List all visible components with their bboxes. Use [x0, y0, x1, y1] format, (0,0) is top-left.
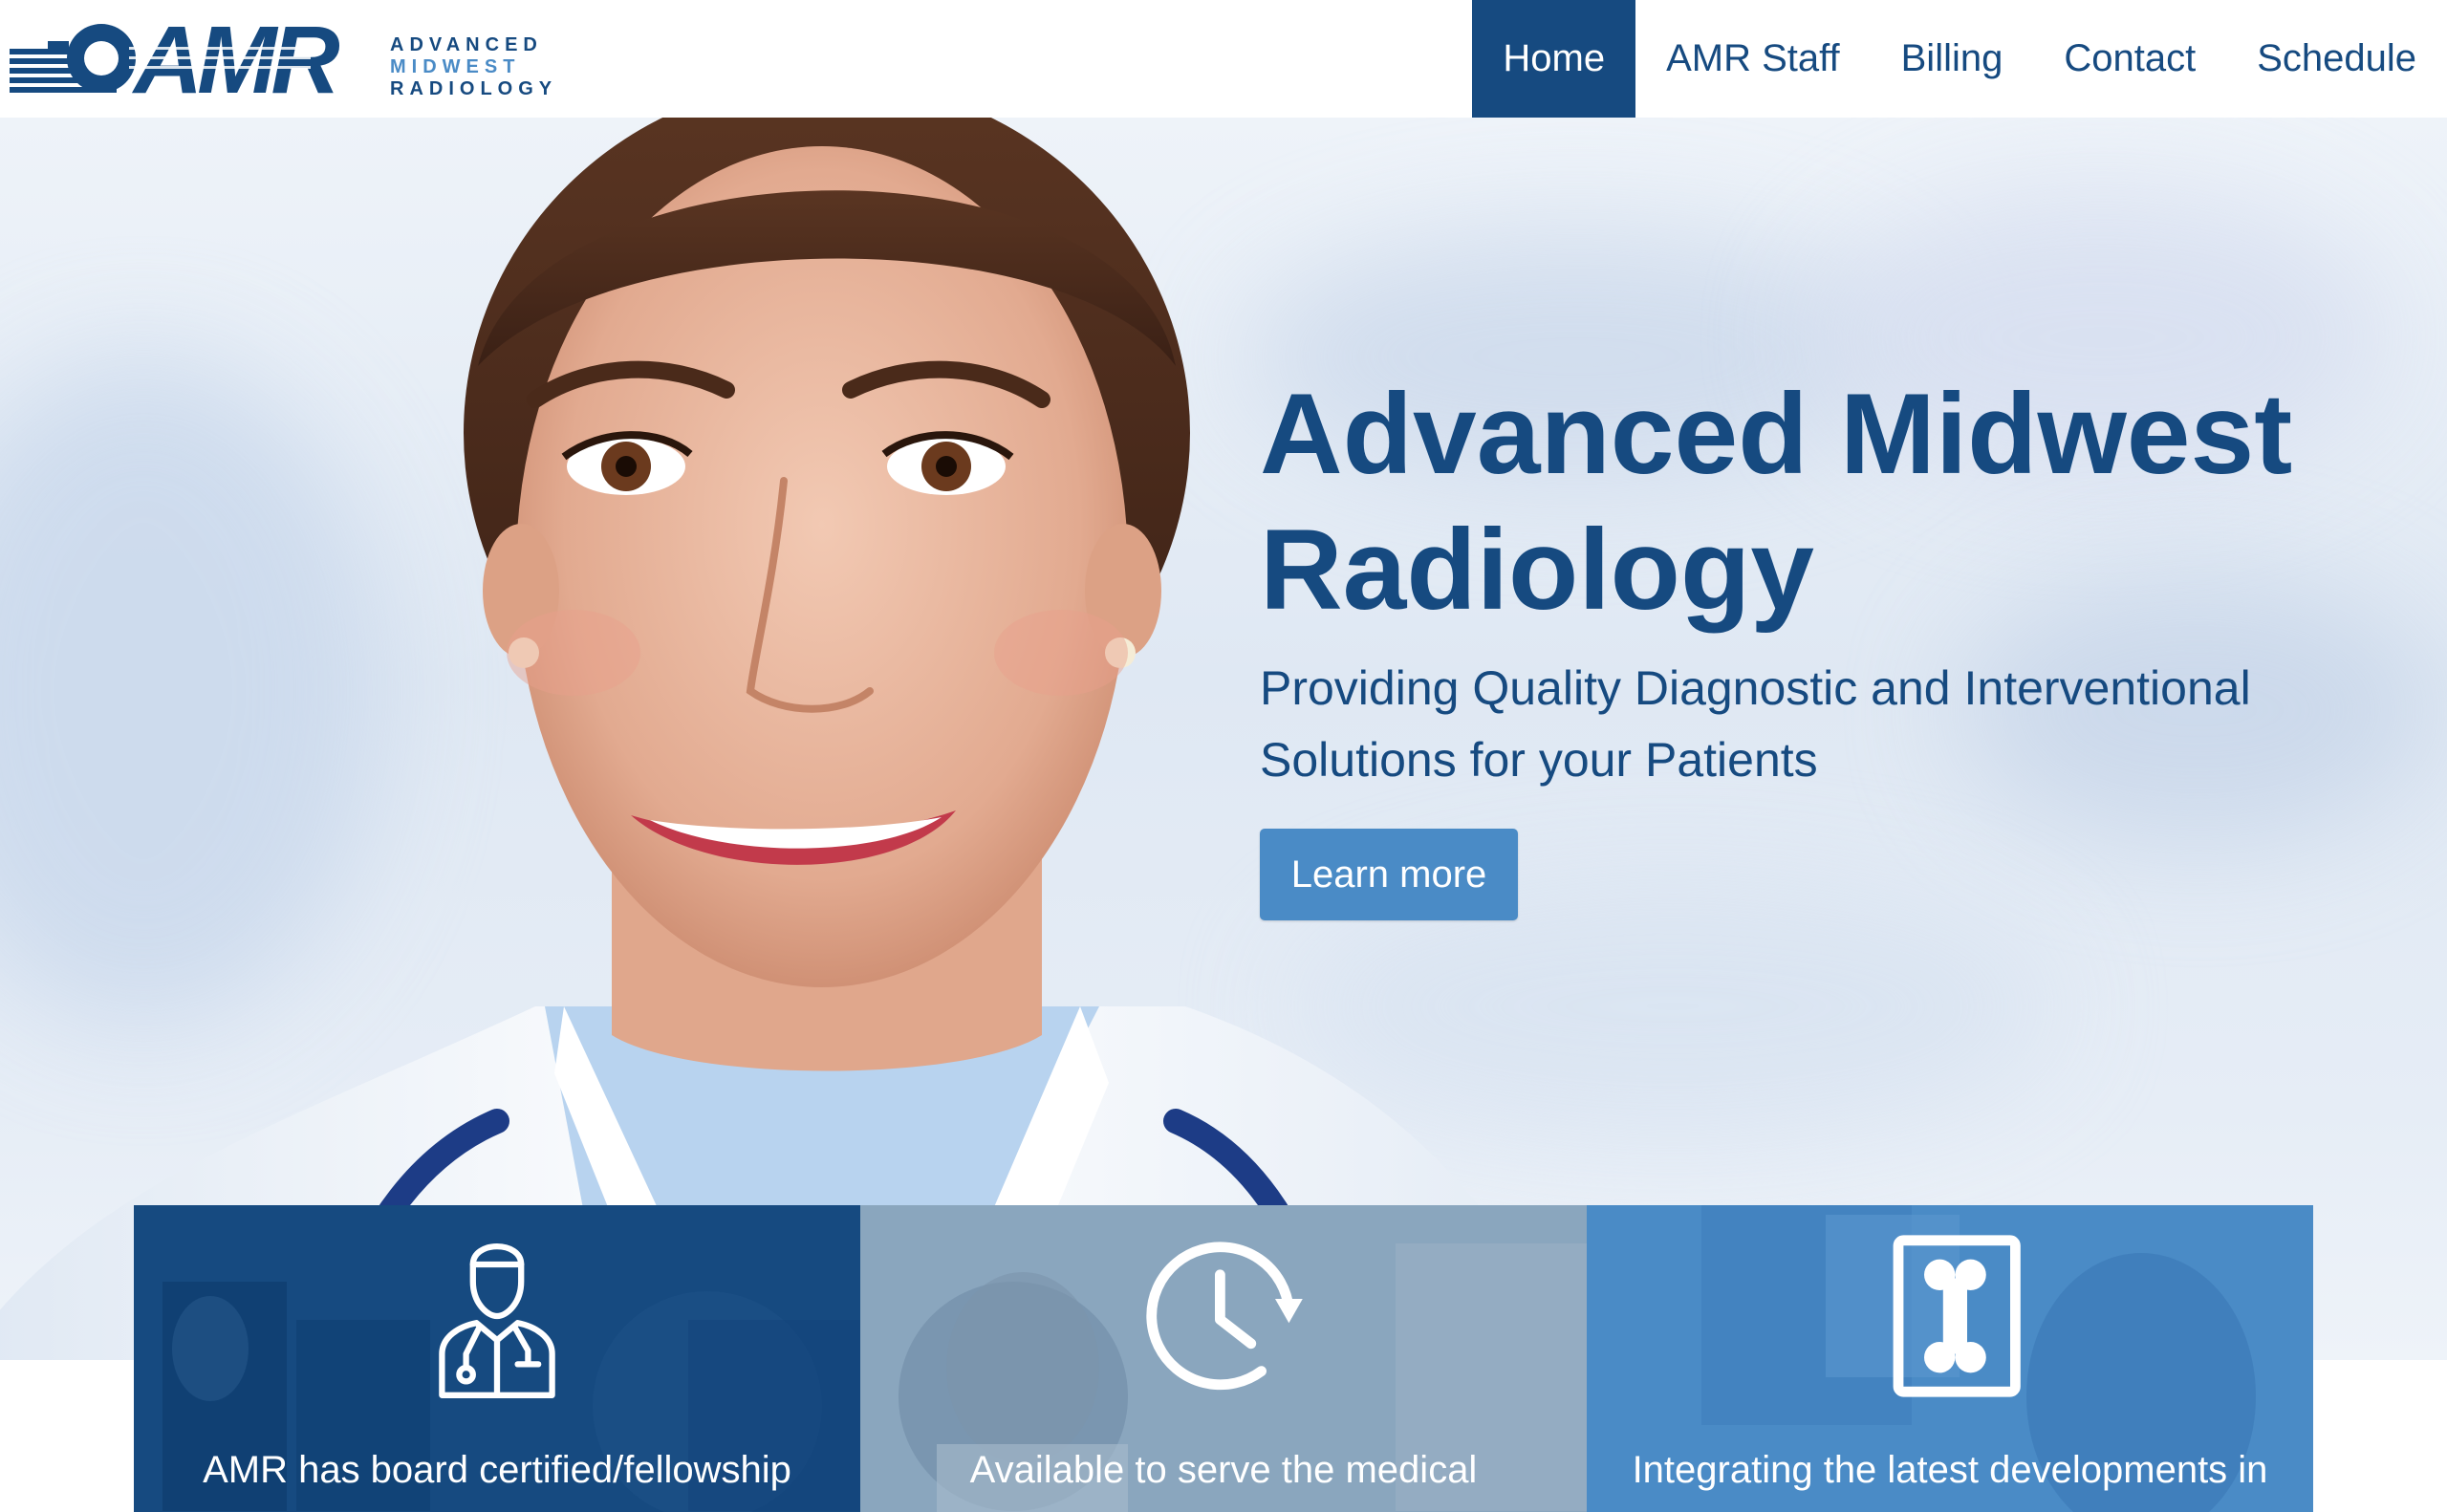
nav-home[interactable]: Home [1472, 0, 1636, 118]
feature-card-latest-developments[interactable]: Integrating the latest developments in [1587, 1205, 2313, 1512]
nav-amr-staff[interactable]: AMR Staff [1635, 0, 1871, 118]
feature-text: Integrating the latest developments in [1632, 1449, 2268, 1491]
logo-tagline-1: ADVANCED [390, 34, 543, 55]
mri-scanner-icon [10, 24, 136, 93]
nav-schedule[interactable]: Schedule [2226, 0, 2447, 118]
clock-icon [1146, 1242, 1303, 1391]
nav-contact[interactable]: Contact [2033, 0, 2226, 118]
learn-more-button[interactable]: Learn more [1260, 829, 1518, 920]
amr-logo[interactable]: AMR ADVANCED MIDWEST RADIOLOGY [10, 16, 574, 100]
feature-cards: AMR has board certified/fellowship Avail… [134, 1205, 2313, 1512]
feature-card-availability[interactable]: Available to serve the medical [860, 1205, 1587, 1512]
xray-bone-icon [1893, 1235, 2021, 1397]
hero-subtitle: Providing Quality Diagnostic and Interve… [1260, 661, 2251, 787]
hero-title: Advanced Midwest Radiology [1260, 370, 2293, 634]
logo-tagline-3: RADIOLOGY [390, 78, 557, 99]
logo-tagline-2: MIDWEST [390, 56, 520, 77]
feature-card-board-certified[interactable]: AMR has board certified/fellowship [134, 1205, 860, 1512]
feature-text: Available to serve the medical [969, 1449, 1478, 1491]
nav-billing[interactable]: Billing [1871, 0, 2034, 118]
hero-section: Advanced Midwest Radiology Providing Qua… [0, 118, 2447, 1360]
doctor-icon [439, 1243, 555, 1398]
feature-text: AMR has board certified/fellowship [203, 1449, 791, 1491]
main-nav: Home AMR Staff Billing Contact Schedule [1472, 0, 2447, 118]
site-header: AMR ADVANCED MIDWEST RADIOLOGY Home AMR … [0, 0, 2447, 118]
